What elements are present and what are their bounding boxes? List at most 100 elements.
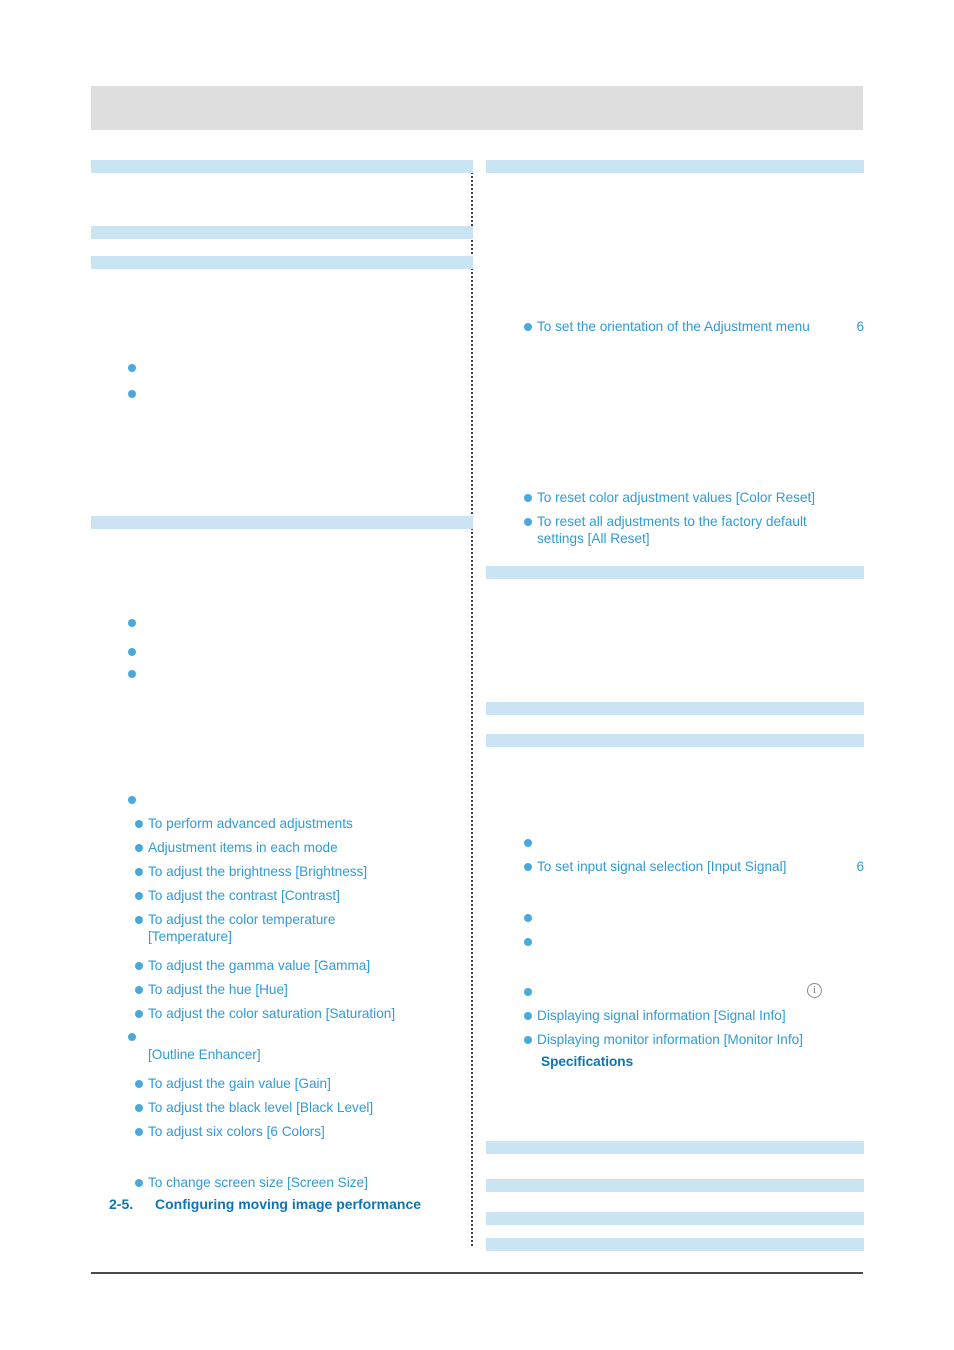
- bullet-dot-icon: [135, 1104, 143, 1112]
- section-bar-r7: [486, 1212, 864, 1225]
- section-bar-r4: [486, 734, 864, 747]
- bullet-dot-icon: [135, 1179, 143, 1187]
- toc-adjust-contrast[interactable]: To adjust the contrast [Contrast]: [135, 887, 340, 904]
- toc-specifications[interactable]: Specifications: [541, 1053, 633, 1070]
- toc-reset-color-adjustment-values[interactable]: To reset color adjustment values [Color …: [524, 489, 815, 506]
- toc-displaying-monitor-information[interactable]: Displaying monitor information [Monitor …: [524, 1031, 803, 1048]
- section-bar-r6: [486, 1179, 864, 1192]
- bullet-dot-icon: [524, 1036, 532, 1044]
- blank-bullet-5[interactable]: [128, 665, 141, 678]
- section-bar-3: [91, 256, 473, 269]
- blank-bullet-r2[interactable]: [524, 909, 537, 922]
- bullet-dot-icon: [128, 670, 136, 678]
- toc-adjust-gamma-value[interactable]: To adjust the gamma value [Gamma]: [135, 957, 370, 974]
- toc-entry-label: To change screen size [Screen Size]: [148, 1175, 368, 1190]
- blank-bullet-r1[interactable]: [524, 834, 537, 847]
- toc-adjust-hue[interactable]: To adjust the hue [Hue]: [135, 981, 288, 998]
- bullet-dot-icon: [135, 916, 143, 924]
- toc-adjust-color-saturation[interactable]: To adjust the color saturation [Saturati…: [135, 1005, 395, 1022]
- bullet-dot-icon: [524, 863, 532, 871]
- bullet-dot-icon: [135, 962, 143, 970]
- blank-bullet-7[interactable]: [128, 1028, 141, 1041]
- toc-adjust-black-level[interactable]: To adjust the black level [Black Level]: [135, 1099, 373, 1116]
- bullet-dot-icon: [524, 494, 532, 502]
- blank-bullet-r3[interactable]: [524, 933, 537, 946]
- toc-entry-label: Displaying signal information [Signal In…: [537, 1008, 786, 1023]
- bullet-dot-icon: [135, 820, 143, 828]
- section-bar-2: [91, 226, 473, 239]
- toc-set-input-signal-selection[interactable]: To set input signal selection [Input Sig…: [524, 858, 864, 875]
- page-bottom-rule: [91, 1272, 863, 1274]
- bullet-dot-icon: [128, 619, 136, 627]
- toc-entry-label: To adjust six colors [6 Colors]: [148, 1124, 325, 1139]
- blank-bullet-1[interactable]: [128, 359, 141, 372]
- toc-adjust-brightness[interactable]: To adjust the brightness [Brightness]: [135, 863, 367, 880]
- toc-entry-label: To reset all adjustments to the factory …: [537, 514, 807, 546]
- toc-entry-label: To adjust the brightness [Brightness]: [148, 864, 368, 879]
- bullet-dot-icon: [128, 796, 136, 804]
- toc-displaying-signal-information[interactable]: Displaying signal information [Signal In…: [524, 1007, 786, 1024]
- right-column: To set the orientation of the Adjustment…: [486, 0, 864, 1350]
- blank-bullet-2[interactable]: [128, 385, 141, 398]
- bullet-dot-icon: [128, 390, 136, 398]
- bullet-dot-icon: [128, 364, 136, 372]
- toc-entry-label: To reset color adjustment values [Color …: [537, 490, 816, 505]
- toc-entry-label: To adjust the color saturation [Saturati…: [148, 1006, 396, 1021]
- section-bar-4: [91, 516, 473, 529]
- blank-bullet-3[interactable]: [128, 614, 141, 627]
- toc-adjust-six-colors[interactable]: To adjust six colors [6 Colors]: [135, 1123, 325, 1140]
- bullet-dot-icon: [524, 839, 532, 847]
- toc-reset-all-adjustments[interactable]: To reset all adjustments to the factory …: [524, 513, 807, 547]
- toc-perform-advanced-adjustments[interactable]: To perform advanced adjustments: [135, 815, 353, 832]
- bullet-dot-icon: [135, 986, 143, 994]
- bullet-dot-icon: [524, 323, 532, 331]
- toc-adjustment-items-each-mode[interactable]: Adjustment items in each mode: [135, 839, 338, 856]
- toc-entry-label: To adjust the gain value [Gain]: [148, 1076, 331, 1091]
- toc-entry-label: To adjust the gamma value [Gamma]: [148, 958, 371, 973]
- toc-entry-label: To adjust the hue [Hue]: [148, 982, 288, 997]
- toc-entry-label: To set the orientation of the Adjustment…: [537, 319, 810, 334]
- toc-outline-enhancer[interactable]: [Outline Enhancer]: [148, 1046, 261, 1063]
- toc-entry-label: To set input signal selection [Input Sig…: [537, 859, 787, 874]
- toc-entry-label: Displaying monitor information [Monitor …: [537, 1032, 803, 1047]
- toc-adjust-gain-value[interactable]: To adjust the gain value [Gain]: [135, 1075, 331, 1092]
- toc-entry-label: [Outline Enhancer]: [148, 1047, 261, 1062]
- bullet-dot-icon: [524, 518, 532, 526]
- blank-bullet-6[interactable]: [128, 791, 141, 804]
- left-column: To perform advanced adjustments Adjustme…: [91, 0, 473, 1350]
- bullet-dot-icon: [524, 988, 532, 996]
- toc-entry-page: 6: [856, 319, 864, 334]
- section-bar-1: [91, 160, 473, 173]
- info-circle-icon: i: [807, 983, 822, 998]
- section-bar-r5: [486, 1141, 864, 1154]
- bullet-dot-icon: [135, 1128, 143, 1136]
- bullet-dot-icon: [135, 844, 143, 852]
- bullet-dot-icon: [524, 938, 532, 946]
- toc-entry-label: To adjust the contrast [Contrast]: [148, 888, 340, 903]
- toc-entry-page: 6: [856, 859, 864, 874]
- toc-adjust-color-temperature[interactable]: To adjust the color temperature [Temperat…: [135, 911, 335, 945]
- chapter-number: 2-5.: [109, 1196, 134, 1212]
- bullet-dot-icon: [135, 1080, 143, 1088]
- toc-entry-label: To adjust the color temperature [Temperat…: [148, 912, 336, 944]
- bullet-dot-icon: [128, 1033, 136, 1041]
- chapter-2-5[interactable]: 2-5. Configuring moving image performanc…: [109, 1195, 421, 1213]
- chapter-title: Configuring moving image performance: [155, 1196, 422, 1212]
- section-bar-r2: [486, 566, 864, 579]
- section-bar-r3: [486, 702, 864, 715]
- toc-entry-label: Adjustment items in each mode: [148, 840, 338, 855]
- bullet-dot-icon: [128, 648, 136, 656]
- blank-bullet-r4[interactable]: [524, 983, 537, 996]
- document-page: To perform advanced adjustments Adjustme…: [0, 0, 954, 1350]
- bullet-dot-icon: [135, 892, 143, 900]
- section-bar-r1: [486, 160, 864, 173]
- section-bar-r8: [486, 1238, 864, 1251]
- bullet-dot-icon: [135, 1010, 143, 1018]
- toc-set-orientation-adjustment-menu[interactable]: To set the orientation of the Adjustment…: [524, 318, 864, 335]
- toc-change-screen-size[interactable]: To change screen size [Screen Size]: [135, 1174, 368, 1191]
- bullet-dot-icon: [524, 914, 532, 922]
- toc-entry-label: To perform advanced adjustments: [148, 816, 353, 831]
- toc-entry-label: To adjust the black level [Black Level]: [148, 1100, 374, 1115]
- blank-bullet-4[interactable]: [128, 643, 141, 656]
- bullet-dot-icon: [135, 868, 143, 876]
